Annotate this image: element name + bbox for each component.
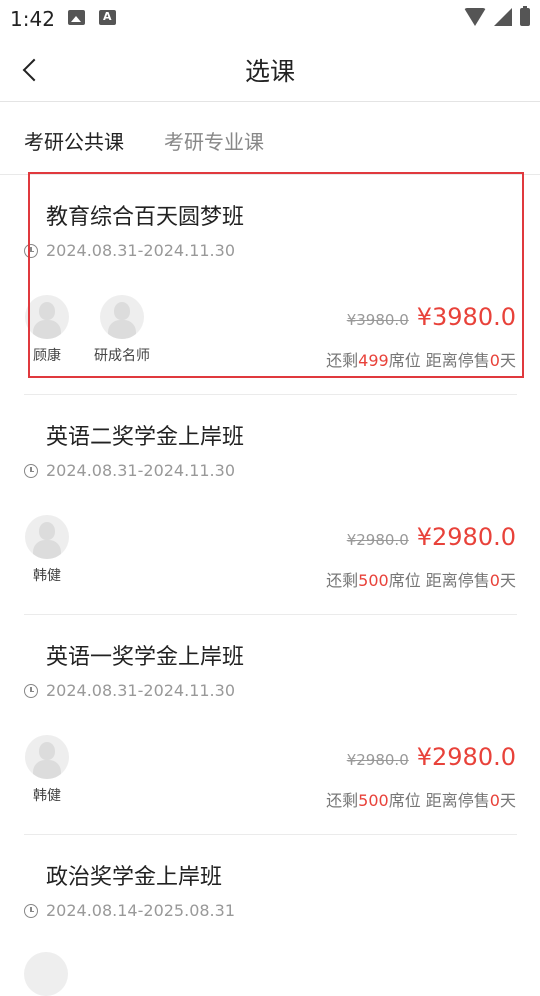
clock-icon [24, 903, 38, 918]
teacher-name: 研成名师 [94, 348, 150, 364]
days-count: 0 [489, 571, 500, 590]
seat-info: 还剩499席位 距离停售0天 [326, 347, 516, 371]
course-name: 政治奖学金上岸班 [46, 865, 223, 890]
original-price: ¥3980.0 [346, 311, 409, 329]
a-icon [99, 10, 116, 25]
teacher-name: 顾康 [33, 348, 61, 364]
avatar [25, 515, 69, 559]
clock-icon [24, 243, 38, 258]
seat-mid: 席位 距离停售 [388, 791, 490, 810]
status-icons-left [68, 10, 116, 25]
course-date: 2024.08.31-2024.11.30 [46, 461, 235, 480]
wifi-icon [464, 8, 486, 26]
teacher-list: 韩健 [24, 735, 70, 805]
days-suffix: 天 [499, 791, 516, 810]
status-time: 1:42 [10, 7, 55, 31]
signal-icon [494, 8, 512, 26]
course-date-row: 2024.08.31-2024.11.30 [24, 461, 235, 480]
course-name: 英语一奖学金上岸班 [46, 645, 245, 670]
tab-bar: 考研公共课 考研专业课 [0, 102, 540, 175]
teacher-list: 顾康 研成名师 [24, 295, 152, 365]
course-date: 2024.08.31-2024.11.30 [46, 681, 235, 700]
course-date-row: 2024.08.31-2024.11.30 [24, 241, 235, 260]
app-header: 选课 [0, 36, 540, 102]
course-date: 2024.08.31-2024.11.30 [46, 241, 235, 260]
clock-icon [24, 683, 38, 698]
teacher: 顾康 [24, 295, 70, 365]
course-card[interactable]: 英语一奖学金上岸班 2024.08.31-2024.11.30 韩健 ¥2980… [0, 615, 540, 835]
seat-prefix: 还剩 [326, 791, 359, 810]
current-price: ¥2980.0 [416, 743, 516, 771]
teacher-name: 韩健 [33, 788, 61, 804]
teacher: 韩健 [24, 515, 70, 585]
teacher-list: 韩健 [24, 515, 70, 585]
avatar [100, 295, 144, 339]
teacher: 韩健 [24, 735, 70, 805]
tab-major-course[interactable]: 考研专业课 [164, 126, 264, 155]
price-row: ¥2980.0 ¥2980.0 [347, 743, 516, 771]
page-title: 选课 [244, 57, 295, 86]
seat-prefix: 还剩 [326, 571, 359, 590]
status-icons-right [464, 6, 530, 26]
price-row: ¥3980.0 ¥3980.0 [347, 303, 516, 331]
course-date-row: 2024.08.31-2024.11.30 [24, 681, 235, 700]
seat-count: 500 [358, 571, 389, 590]
avatar [25, 735, 69, 779]
seat-info: 还剩500席位 距离停售0天 [326, 567, 516, 591]
price-row: ¥2980.0 ¥2980.0 [347, 523, 516, 551]
course-name: 英语二奖学金上岸班 [46, 425, 245, 450]
seat-mid: 席位 距离停售 [388, 571, 490, 590]
seat-mid: 席位 距离停售 [388, 351, 490, 370]
course-card[interactable]: 英语二奖学金上岸班 2024.08.31-2024.11.30 韩健 ¥2980… [0, 395, 540, 615]
teacher-name: 韩健 [33, 568, 61, 584]
seat-count: 500 [358, 791, 389, 810]
course-card[interactable]: 教育综合百天圆梦班 2024.08.31-2024.11.30 顾康 研成名师 … [0, 175, 540, 395]
battery-icon [520, 6, 530, 26]
status-bar: 1:42 [0, 0, 540, 36]
original-price: ¥2980.0 [346, 751, 409, 769]
original-price: ¥2980.0 [346, 531, 409, 549]
image-icon [68, 10, 85, 25]
days-count: 0 [489, 351, 500, 370]
current-price: ¥2980.0 [416, 523, 516, 551]
teacher: 研成名师 [92, 295, 152, 365]
seat-count: 499 [358, 351, 389, 370]
days-suffix: 天 [499, 571, 516, 590]
course-date-row: 2024.08.14-2025.08.31 [24, 901, 235, 920]
days-count: 0 [489, 791, 500, 810]
course-card[interactable]: 政治奖学金上岸班 2024.08.14-2025.08.31 [0, 835, 540, 960]
current-price: ¥3980.0 [416, 303, 516, 331]
course-name: 教育综合百天圆梦班 [46, 205, 245, 230]
avatar [25, 295, 69, 339]
course-date: 2024.08.14-2025.08.31 [46, 901, 235, 920]
seat-prefix: 还剩 [326, 351, 359, 370]
seat-info: 还剩500席位 距离停售0天 [326, 787, 516, 811]
avatar [24, 952, 68, 996]
days-suffix: 天 [499, 351, 516, 370]
tab-public-course[interactable]: 考研公共课 [24, 126, 124, 155]
clock-icon [24, 463, 38, 478]
